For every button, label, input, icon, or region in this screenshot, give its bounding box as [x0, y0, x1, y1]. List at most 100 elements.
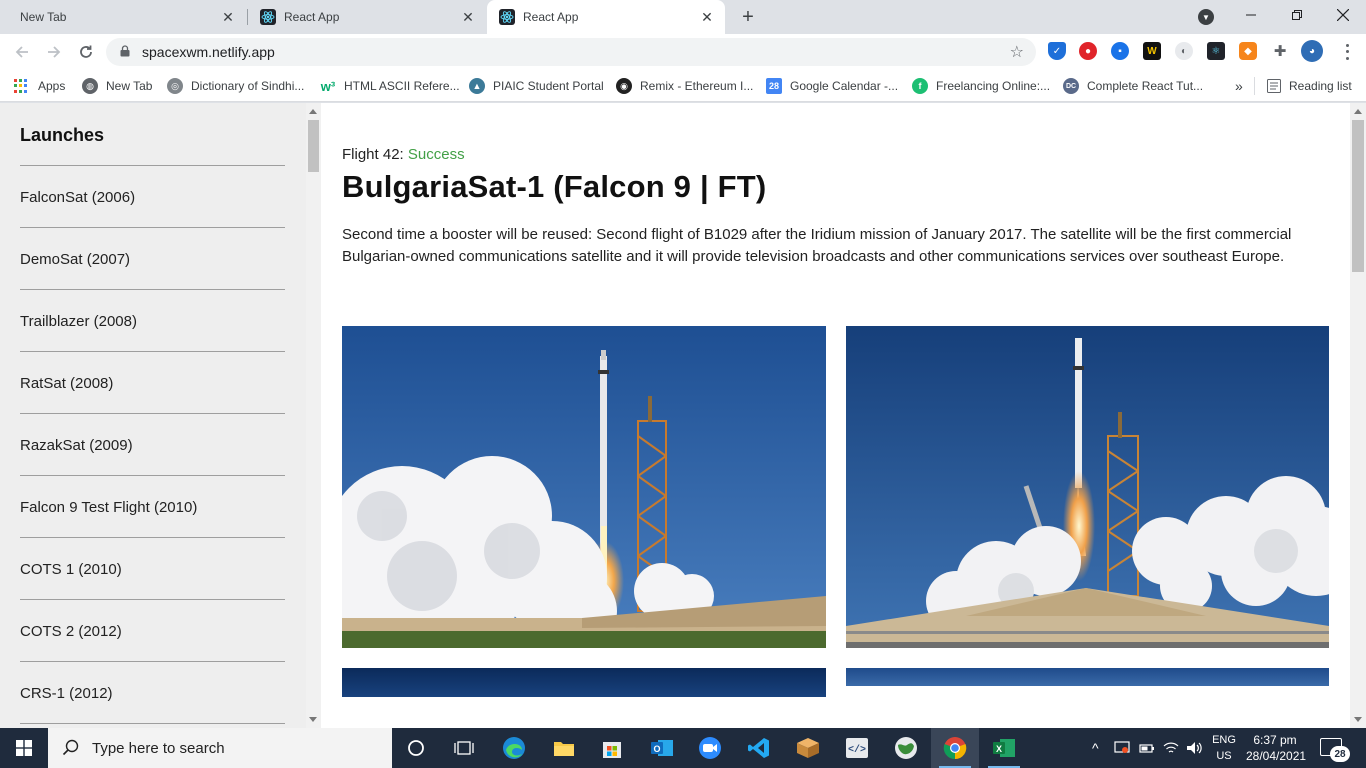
sidebar-item-trailblazer[interactable]: Trailblazer (2008) [20, 313, 285, 330]
sidebar-divider [20, 475, 285, 476]
launch-photo-1 [342, 326, 826, 648]
react-devtools-icon[interactable]: ⚛ [1207, 42, 1225, 60]
dictionary-icon: ◎ [167, 78, 183, 94]
codevolution-icon: DC [1063, 78, 1079, 94]
blue-extension-icon[interactable]: ▪ [1111, 42, 1129, 60]
page-scrollbar[interactable] [1350, 103, 1366, 728]
battery-icon[interactable] [1139, 728, 1155, 768]
bookmarks-bar: Apps ◍ New Tab ◎ Dictionary of Sindhi...… [0, 70, 1366, 102]
bookmark-react-tutorial[interactable]: DC Complete React Tut... [1063, 77, 1203, 95]
sidebar-item-crs1[interactable]: CRS-1 (2012) [20, 685, 285, 702]
notification-count-badge: 28 [1330, 746, 1350, 762]
chrome-icon[interactable] [931, 728, 979, 768]
profile-avatar[interactable]: ◕ [1301, 40, 1323, 62]
sidebar-item-demosat[interactable]: DemoSat (2007) [20, 251, 285, 268]
sidebar-item-cots1[interactable]: COTS 1 (2010) [20, 561, 285, 578]
bookmark-dictionary[interactable]: ◎ Dictionary of Sindhi... [167, 77, 304, 95]
close-icon[interactable]: ✕ [699, 9, 715, 25]
tab-react-app-1[interactable]: React App ✕ [248, 0, 486, 34]
reading-list-button[interactable]: Reading list [1267, 77, 1352, 95]
bookmark-apps[interactable]: Apps [14, 77, 65, 95]
react-icon [260, 9, 276, 25]
shield-extension-icon[interactable]: ✓ [1048, 42, 1066, 60]
scroll-up-arrow-icon[interactable] [309, 109, 317, 114]
edge-icon[interactable] [490, 728, 538, 768]
sidebar-item-falconsat[interactable]: FalconSat (2006) [20, 189, 285, 206]
tab-new-tab[interactable]: New Tab ✕ [0, 0, 246, 34]
bookmark-star-icon[interactable]: ☆ [1010, 42, 1024, 62]
red-extension-icon[interactable]: ● [1079, 42, 1097, 60]
zoom-icon[interactable] [686, 728, 734, 768]
reload-icon[interactable] [74, 40, 98, 64]
volume-icon[interactable] [1186, 728, 1204, 768]
bookmark-html-ascii[interactable]: w³ HTML ASCII Refere... [320, 77, 460, 95]
flight-label: Flight 42: [342, 146, 404, 163]
wappalyzer-extension-icon[interactable]: W [1143, 42, 1161, 60]
new-tab-button[interactable]: + [736, 6, 760, 28]
url-text[interactable]: spacexwm.netlify.app [142, 44, 275, 60]
sidebar-item-ratsat[interactable]: RatSat (2008) [20, 375, 285, 392]
language-indicator[interactable]: ENG US [1208, 732, 1240, 764]
grey-extension-icon[interactable]: ◐ [1175, 42, 1193, 60]
reading-list-label: Reading list [1289, 79, 1352, 93]
address-bar[interactable]: spacexwm.netlify.app ☆ [106, 38, 1036, 66]
scrollbar-thumb[interactable] [308, 120, 319, 172]
bookmark-remix[interactable]: ◉ Remix - Ethereum I... [616, 77, 753, 95]
cortana-circle-icon[interactable] [392, 728, 440, 768]
restore-icon[interactable] [1274, 0, 1320, 30]
launch-status: Success [407, 146, 465, 163]
file-explorer-icon[interactable] [540, 728, 588, 768]
wifi-icon[interactable] [1163, 728, 1179, 768]
launch-photo-3 [342, 668, 826, 697]
vscode-icon[interactable] [735, 728, 783, 768]
sidebar-item-razaksat[interactable]: RazakSat (2009) [20, 437, 285, 454]
taskbar-clock[interactable]: 6:37 pm 28/04/2021 [1246, 732, 1306, 764]
language-code: ENG [1212, 734, 1236, 746]
sidebar-item-falcon9-test-flight[interactable]: Falcon 9 Test Flight (2010) [20, 499, 285, 516]
remix-icon: ◉ [616, 78, 632, 94]
search-icon [62, 739, 79, 756]
dev-tool-icon[interactable]: </> [833, 728, 881, 768]
sidebar-divider [20, 723, 285, 724]
scrollbar-thumb[interactable] [1352, 120, 1364, 272]
back-arrow-icon[interactable] [10, 40, 34, 64]
bookmark-piaic[interactable]: ▲ PIAIC Student Portal [469, 77, 604, 95]
tray-chevron-icon[interactable]: ^ [1092, 728, 1099, 768]
tab-title: React App [523, 10, 579, 24]
extensions-puzzle-icon[interactable]: ✚ [1271, 42, 1289, 60]
close-icon[interactable]: ✕ [220, 9, 236, 25]
tab-search-icon[interactable]: ▼ [1198, 9, 1214, 25]
bookmarks-overflow-chevron-icon[interactable]: » [1235, 77, 1243, 95]
bookmark-label: Dictionary of Sindhi... [191, 79, 305, 93]
menu-kebab-icon[interactable] [1339, 42, 1355, 62]
bookmark-freelancing[interactable]: f Freelancing Online:... [912, 77, 1050, 95]
close-window-icon[interactable] [1320, 0, 1366, 30]
minimize-icon[interactable] [1228, 0, 1274, 30]
sidebar-scrollbar[interactable] [306, 103, 321, 728]
globe-app-icon[interactable] [882, 728, 930, 768]
excel-icon[interactable]: X [980, 728, 1028, 768]
package-app-icon[interactable] [784, 728, 832, 768]
scroll-up-arrow-icon[interactable] [1354, 109, 1362, 114]
lock-icon[interactable] [120, 45, 130, 57]
tab-react-app-active[interactable]: React App ✕ [487, 0, 725, 34]
bookmark-label: Complete React Tut... [1087, 79, 1204, 93]
scroll-down-arrow-icon[interactable] [1354, 717, 1362, 722]
close-icon[interactable]: ✕ [460, 9, 476, 25]
bookmark-google-calendar[interactable]: 28 Google Calendar -... [766, 77, 898, 95]
forward-arrow-icon[interactable] [42, 40, 66, 64]
scroll-down-arrow-icon[interactable] [309, 717, 317, 722]
windows-start-icon[interactable] [0, 728, 48, 768]
taskbar-search-box[interactable]: Type here to search [48, 728, 392, 768]
microsoft-store-icon[interactable] [588, 728, 636, 768]
bookmark-label: Google Calendar -... [790, 79, 899, 93]
launch-photo-4 [846, 668, 1329, 686]
metamask-fox-icon[interactable]: ◆ [1239, 42, 1257, 60]
outlook-icon[interactable]: O [638, 728, 686, 768]
sidebar-item-cots2[interactable]: COTS 2 (2012) [20, 623, 285, 640]
task-view-icon[interactable] [440, 728, 488, 768]
tray-app-icon[interactable] [1114, 728, 1130, 768]
svg-text:</>: </> [848, 744, 866, 756]
bookmark-new-tab[interactable]: ◍ New Tab [82, 77, 152, 95]
tab-title: React App [284, 10, 340, 24]
